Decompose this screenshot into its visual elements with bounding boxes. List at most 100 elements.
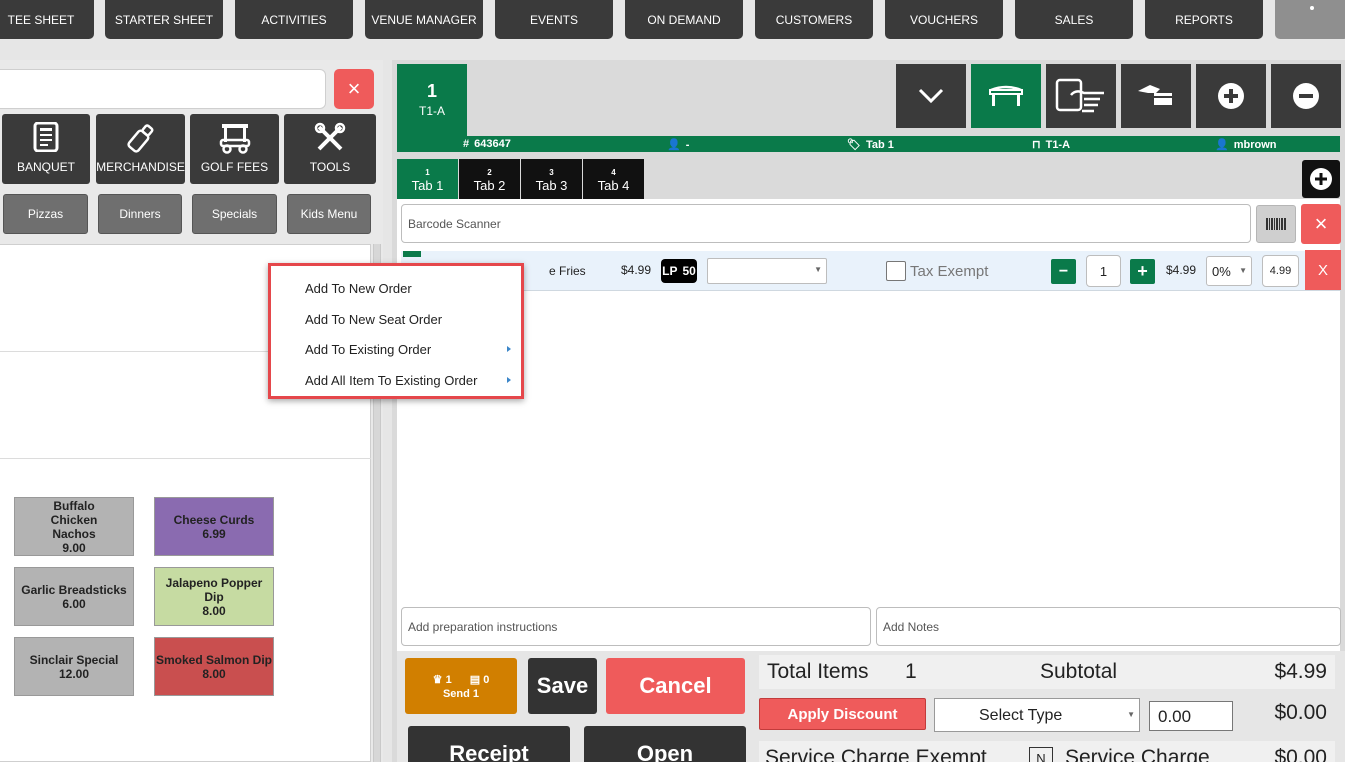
subcategory-dinners[interactable]: Dinners <box>98 194 182 234</box>
user-value: mbrown <box>1233 138 1277 151</box>
menu-item-smoked-salmon-dip[interactable]: Smoked Salmon Dip 8.00 <box>154 637 274 696</box>
nav-venue-manager[interactable]: VENUE MANAGER <box>365 0 483 39</box>
remove-button[interactable] <box>1271 64 1341 128</box>
apply-discount-button[interactable]: Apply Discount <box>759 698 926 730</box>
qty-minus-button[interactable]: − <box>1051 259 1076 284</box>
discount-select[interactable]: 0% ▼ <box>1206 256 1252 286</box>
tab-number: 1 <box>425 168 430 177</box>
modifier-select[interactable]: ▼ <box>707 258 827 284</box>
category-merchandise[interactable]: MERCHANDISE <box>96 114 185 184</box>
category-golf-fees[interactable]: GOLF FEES <box>190 114 279 184</box>
hand-card-icon <box>1138 85 1172 105</box>
menu-add-to-new-order[interactable]: Add To New Order <box>305 281 412 296</box>
qty-input[interactable]: 1 <box>1086 255 1121 287</box>
add-tab-button[interactable] <box>1302 160 1340 198</box>
search-clear-button[interactable]: × <box>334 69 374 109</box>
order-id: #643647 <box>463 138 511 150</box>
send-label: Send 1 <box>442 687 480 700</box>
payment-button[interactable] <box>1121 64 1191 128</box>
collapse-button[interactable] <box>896 64 966 128</box>
top-nav: TEE SHEET STARTER SHEET ACTIVITIES VENUE… <box>0 0 1345 60</box>
subcategory-label: Pizzas <box>27 207 64 221</box>
lp-label: LP <box>662 264 678 278</box>
notes-placeholder: Add Notes <box>883 619 940 634</box>
touch-button[interactable] <box>1046 64 1116 128</box>
menu-add-to-existing-order[interactable]: Add To Existing Order <box>305 342 431 357</box>
totals-row-subtotal: Total Items 1 Subtotal $4.99 <box>759 655 1335 689</box>
remove-line-button[interactable]: X <box>1305 250 1341 290</box>
menu-item-jalapeno-popper-dip[interactable]: Jalapeno Popper Dip 8.00 <box>154 567 274 626</box>
menu-item-sinclair-special[interactable]: Sinclair Special 12.00 <box>14 637 134 696</box>
notes-input[interactable]: Add Notes <box>876 607 1341 646</box>
menu-add-to-new-seat-order[interactable]: Add To New Seat Order <box>305 312 442 327</box>
order-table: T1-A <box>418 104 445 118</box>
nav-on-demand[interactable]: ON DEMAND <box>625 0 743 39</box>
menu-item-name: Smoked Salmon Dip <box>155 652 273 667</box>
tax-exempt-label: Tax Exempt <box>910 263 989 280</box>
order-line-item[interactable]: e Fries $4.99 LP 50 ▼ Tax Exempt − 1 + $4… <box>401 250 1341 291</box>
line-amount-input[interactable]: 4.99 <box>1262 255 1299 287</box>
save-button[interactable]: Save <box>528 658 597 714</box>
tools-icon <box>284 122 376 154</box>
barcode-scan-button[interactable] <box>1256 205 1296 243</box>
nav-reports[interactable]: REPORTS <box>1145 0 1263 39</box>
barcode-placeholder: Barcode Scanner <box>408 216 501 231</box>
add-button[interactable] <box>1196 64 1266 128</box>
save-label: Save <box>536 673 589 698</box>
receipt-button[interactable]: Receipt <box>408 726 570 762</box>
table-button[interactable] <box>971 64 1041 128</box>
subcategory-pizzas[interactable]: Pizzas <box>3 194 88 234</box>
menu-item-name: Sinclair Special <box>29 652 119 667</box>
discount-amount-input[interactable]: 0.00 <box>1149 701 1233 731</box>
search-input[interactable] <box>0 69 326 109</box>
tab-3[interactable]: 3 Tab 3 <box>521 159 582 199</box>
nav-sales[interactable]: SALES <box>1015 0 1133 39</box>
edit-line-button[interactable] <box>403 251 421 257</box>
hand-pointer-icon <box>1055 78 1104 113</box>
chef-icon: ♛ <box>432 673 443 686</box>
user-icon: 👤 <box>667 139 681 151</box>
category-banquet[interactable]: BANQUET <box>2 114 90 184</box>
tab-1[interactable]: 1 Tab 1 <box>397 159 458 199</box>
barcode-clear-button[interactable]: × <box>1301 204 1341 244</box>
menu-item-buffalo-chicken-nachos[interactable]: Buffalo Chicken Nachos 9.00 <box>14 497 134 556</box>
plus-circle-icon <box>1310 168 1332 190</box>
tab-2[interactable]: 2 Tab 2 <box>459 159 520 199</box>
nav-more-button[interactable] <box>1275 0 1345 39</box>
nav-starter-sheet[interactable]: STARTER SHEET <box>105 0 223 39</box>
tax-exempt-checkbox[interactable] <box>886 261 906 281</box>
subcategory-specials[interactable]: Specials <box>192 194 277 234</box>
order-user: 👤 mbrown <box>1215 138 1277 152</box>
nav-customers[interactable]: CUSTOMERS <box>755 0 873 39</box>
order-tab[interactable]: 1 T1-A <box>397 64 467 136</box>
nav-tee-sheet[interactable]: TEE SHEET <box>0 0 94 39</box>
menu-item-price: 6.99 <box>202 526 226 541</box>
tab-label: Tab 1 <box>411 178 444 193</box>
nav-activities[interactable]: ACTIVITIES <box>235 0 353 39</box>
hash-icon: # <box>463 138 470 150</box>
nav-label: VENUE MANAGER <box>371 12 477 27</box>
nav-events[interactable]: EVENTS <box>495 0 613 39</box>
service-exempt-toggle[interactable]: N <box>1029 747 1053 762</box>
more-icon <box>1310 5 1314 10</box>
menu-item-price: 12.00 <box>58 666 90 681</box>
totals-row-service: Service Charge Exempt N Service Charge $… <box>759 741 1335 762</box>
nav-vouchers[interactable]: VOUCHERS <box>885 0 1003 39</box>
chevron-down-icon <box>918 88 944 104</box>
tab-4[interactable]: 4 Tab 4 <box>583 159 644 199</box>
nav-label: REPORTS <box>1175 12 1233 27</box>
discount-type-select[interactable]: Select Type ▼ <box>934 698 1140 732</box>
open-button[interactable]: Open <box>584 726 746 762</box>
menu-add-all-item-to-existing-order[interactable]: Add All Item To Existing Order <box>305 373 477 388</box>
menu-item-garlic-breadsticks[interactable]: Garlic Breadsticks 6.00 <box>14 567 134 626</box>
subcategory-kids-menu[interactable]: Kids Menu <box>287 194 371 234</box>
category-tools[interactable]: TOOLS <box>284 114 376 184</box>
send-button[interactable]: ♛ 1 ▤ 0 Send 1 <box>405 658 517 714</box>
subcategory-label: Specials <box>211 207 258 221</box>
prep-instructions-input[interactable]: Add preparation instructions <box>401 607 871 646</box>
barcode-input[interactable]: Barcode Scanner <box>401 204 1251 243</box>
send-count-a: 1 <box>445 673 452 686</box>
qty-plus-button[interactable]: + <box>1130 259 1155 284</box>
menu-item-cheese-curds[interactable]: Cheese Curds 6.99 <box>154 497 274 556</box>
cancel-button[interactable]: Cancel <box>606 658 745 714</box>
